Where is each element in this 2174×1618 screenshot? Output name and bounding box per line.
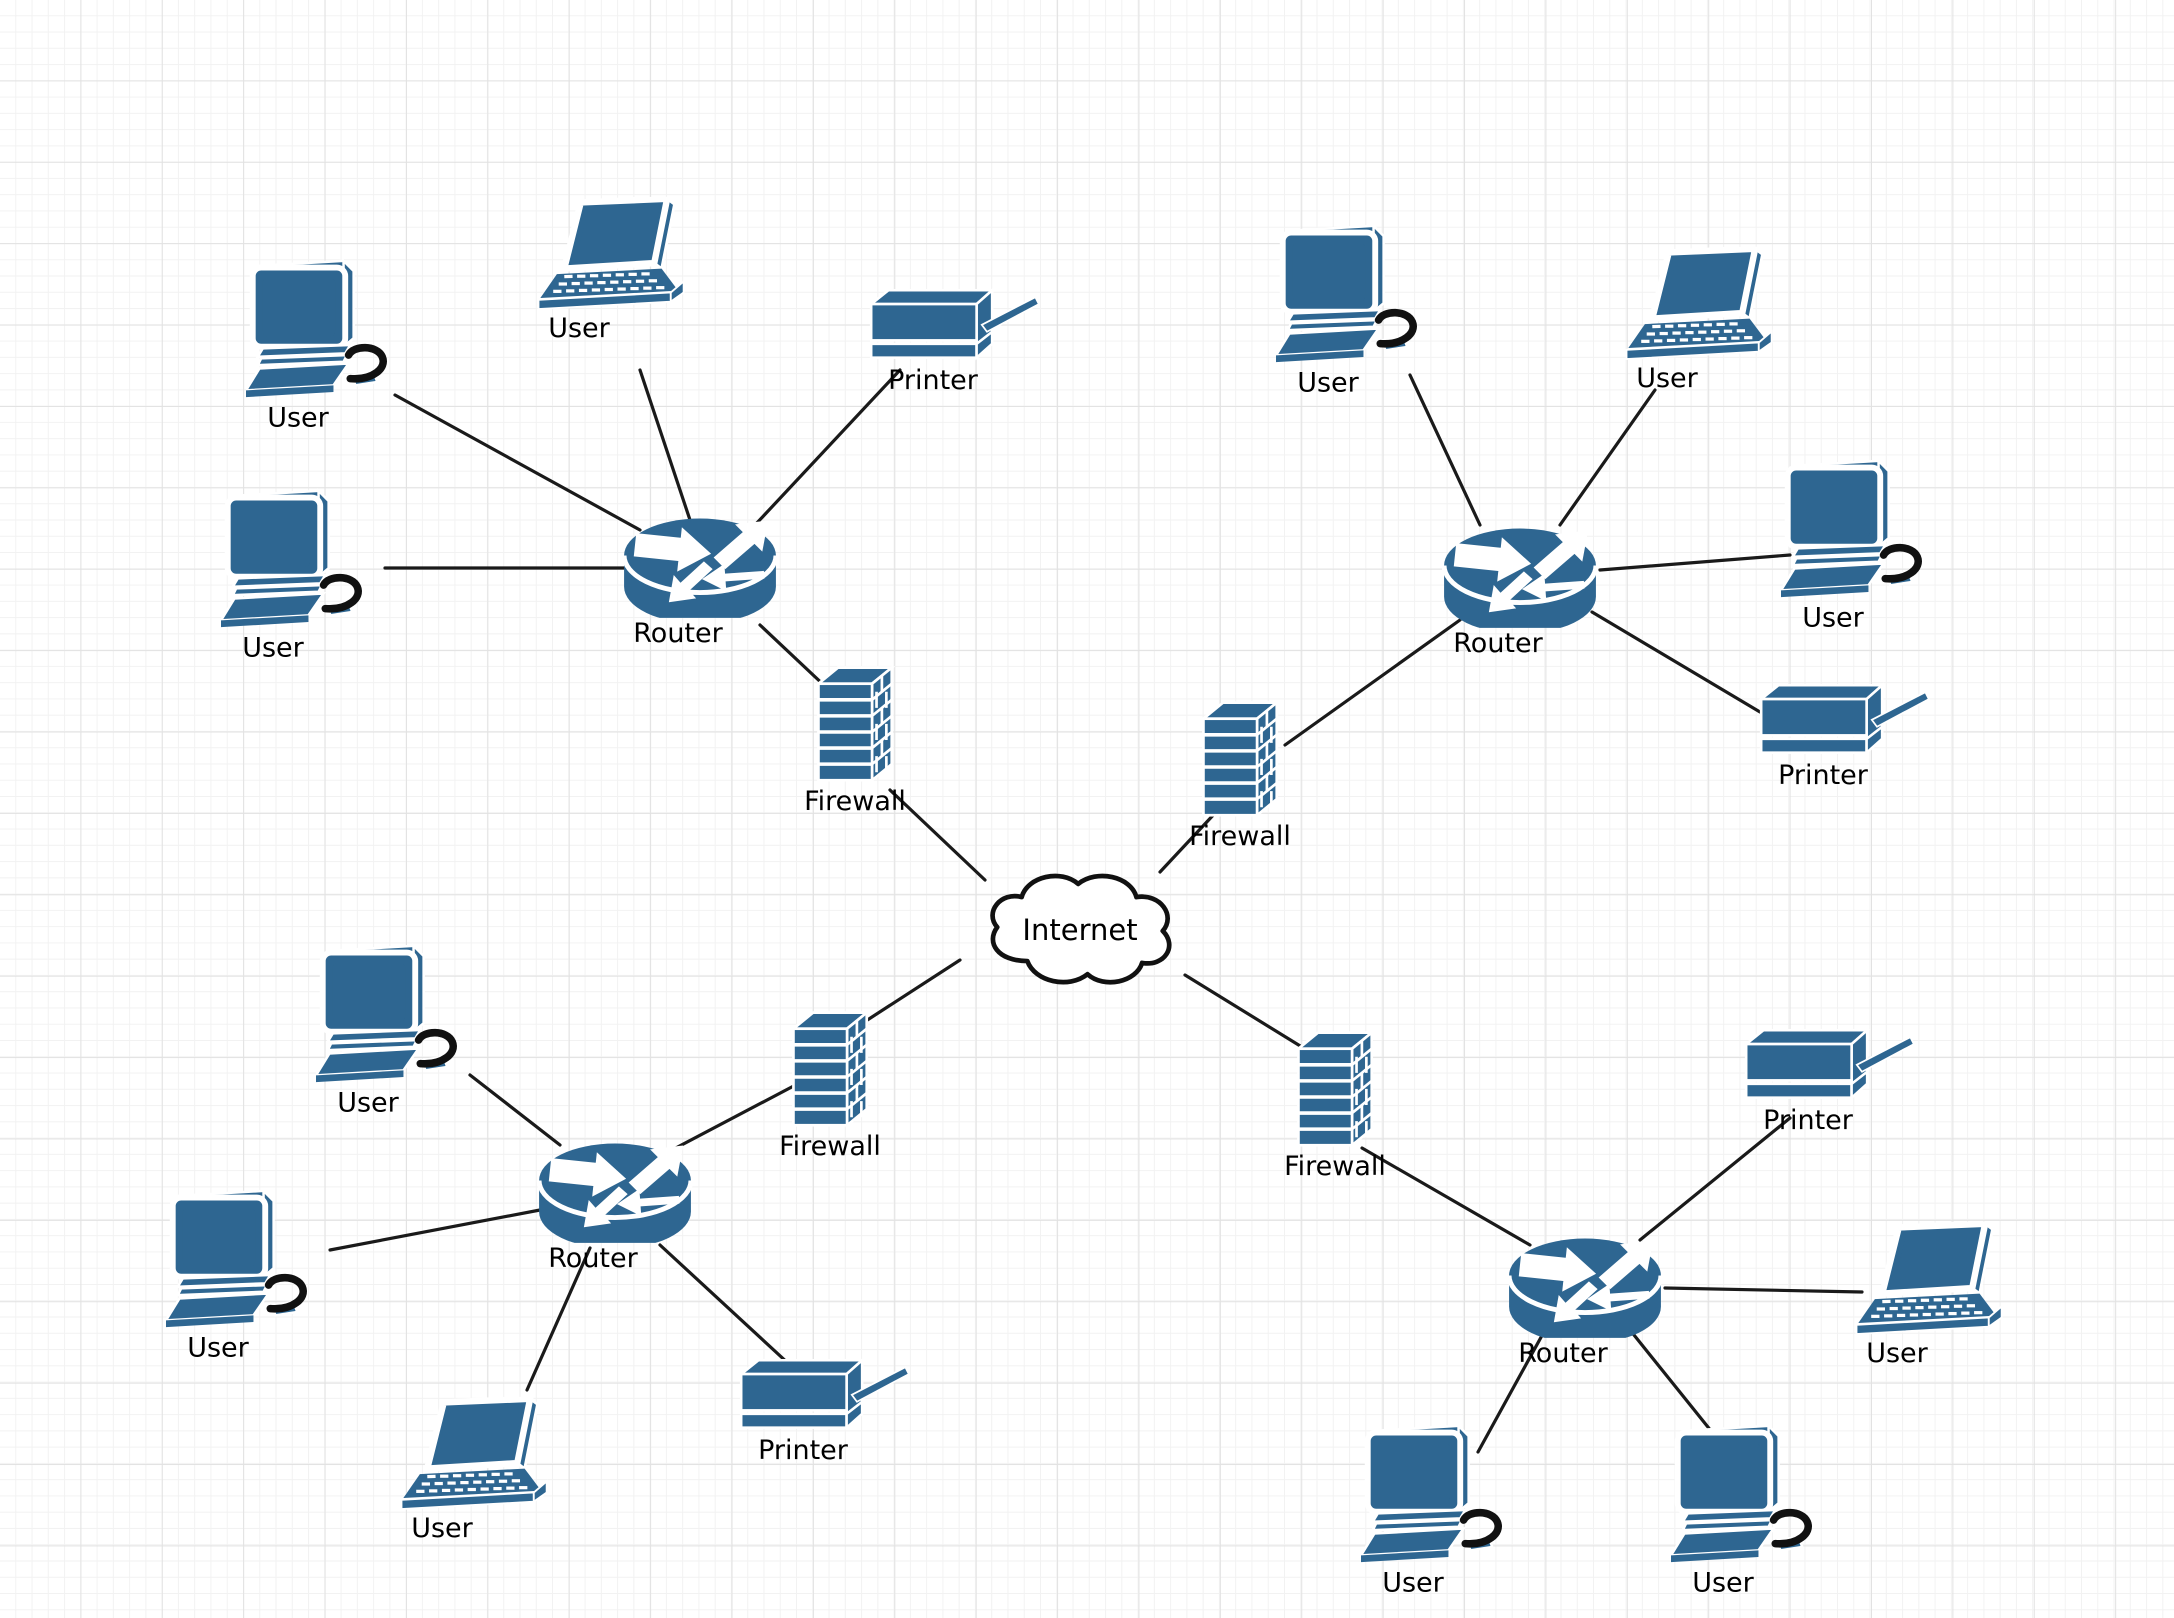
node-label: Printer bbox=[1778, 759, 1868, 791]
connection-line bbox=[1283, 618, 1462, 747]
node-label: Router bbox=[633, 617, 723, 649]
printer-icon bbox=[1756, 680, 1934, 760]
network-diagram-canvas: Internet Router User User User Printer Firewal… bbox=[0, 0, 2174, 1618]
node-desktop-r3-pc1[interactable]: User bbox=[316, 942, 464, 1117]
node-laptop-r4-lap1[interactable]: User bbox=[1851, 1222, 2009, 1368]
desktop-icon bbox=[1361, 1422, 1509, 1567]
node-label: User bbox=[1297, 367, 1359, 399]
node-desktop-r1-pc2[interactable]: User bbox=[221, 487, 369, 662]
node-label: Firewall bbox=[1284, 1150, 1386, 1182]
printer-icon bbox=[736, 1355, 914, 1435]
desktop-icon bbox=[1276, 222, 1424, 367]
firewall-icon bbox=[813, 664, 897, 786]
desktop-icon bbox=[316, 942, 464, 1087]
connection-line bbox=[393, 393, 642, 532]
node-printer-r1-prn1[interactable]: Printer bbox=[866, 285, 1044, 395]
node-label: Printer bbox=[888, 364, 978, 396]
node-router-r2[interactable]: Router bbox=[1440, 482, 1600, 658]
node-desktop-r4-pc2[interactable]: User bbox=[1671, 1422, 1819, 1597]
node-label: Printer bbox=[758, 1434, 848, 1466]
node-laptop-r3-lap1[interactable]: User bbox=[396, 1397, 554, 1543]
node-desktop-r1-pc1[interactable]: User bbox=[246, 257, 394, 432]
node-label: User bbox=[267, 402, 329, 434]
printer-icon bbox=[1741, 1025, 1919, 1105]
firewall-icon bbox=[1293, 1029, 1377, 1151]
node-desktop-r3-pc2[interactable]: User bbox=[166, 1187, 314, 1362]
laptop-icon bbox=[396, 1397, 554, 1513]
node-label: Router bbox=[548, 1242, 638, 1274]
node-laptop-r1-lap1[interactable]: User bbox=[533, 197, 691, 343]
node-label: User bbox=[1692, 1567, 1754, 1599]
connection-line bbox=[1663, 1286, 1864, 1294]
laptop-icon bbox=[1621, 247, 1779, 363]
node-label: Router bbox=[1453, 627, 1543, 659]
firewall-icon bbox=[788, 1009, 872, 1131]
node-printer-r2-prn1[interactable]: Printer bbox=[1756, 680, 1934, 790]
node-firewall-fw3[interactable]: Firewall bbox=[779, 1009, 881, 1161]
firewall-icon bbox=[1198, 699, 1282, 821]
node-cloud-internet[interactable]: Internet bbox=[969, 863, 1191, 997]
node-desktop-r4-pc1[interactable]: User bbox=[1361, 1422, 1509, 1597]
node-firewall-fw1[interactable]: Firewall bbox=[804, 664, 906, 816]
node-label: User bbox=[1802, 602, 1864, 634]
node-printer-r4-prn1[interactable]: Printer bbox=[1741, 1025, 1919, 1135]
connection-lines-layer bbox=[328, 368, 1864, 1454]
node-label: Firewall bbox=[1189, 820, 1291, 852]
router-icon bbox=[535, 1097, 695, 1243]
desktop-icon bbox=[166, 1187, 314, 1332]
router-icon bbox=[620, 472, 780, 618]
laptop-icon bbox=[1851, 1222, 2009, 1338]
node-label: Printer bbox=[1763, 1104, 1853, 1136]
node-label: User bbox=[1866, 1337, 1928, 1369]
connection-line bbox=[328, 1208, 542, 1252]
node-router-r1[interactable]: Router bbox=[620, 472, 780, 648]
node-label: Internet bbox=[1022, 912, 1138, 947]
desktop-icon bbox=[221, 487, 369, 632]
node-label: Router bbox=[1518, 1337, 1608, 1369]
laptop-icon bbox=[533, 197, 691, 313]
node-desktop-r2-pc2[interactable]: User bbox=[1781, 457, 1929, 632]
connection-line bbox=[1598, 553, 1792, 572]
node-firewall-fw2[interactable]: Firewall bbox=[1189, 699, 1291, 851]
node-laptop-r2-lap1[interactable]: User bbox=[1621, 247, 1779, 393]
router-icon bbox=[1505, 1192, 1665, 1338]
node-label: User bbox=[187, 1332, 249, 1364]
printer-icon bbox=[866, 285, 1044, 365]
node-printer-r3-prn1[interactable]: Printer bbox=[736, 1355, 914, 1465]
connection-line bbox=[1590, 610, 1762, 714]
desktop-icon bbox=[246, 257, 394, 402]
node-desktop-r2-pc1[interactable]: User bbox=[1276, 222, 1424, 397]
node-label: User bbox=[1636, 362, 1698, 394]
desktop-icon bbox=[1781, 457, 1929, 602]
node-label: User bbox=[411, 1512, 473, 1544]
desktop-icon bbox=[1671, 1422, 1819, 1567]
node-router-r4[interactable]: Router bbox=[1505, 1192, 1665, 1368]
node-label: Firewall bbox=[804, 785, 906, 817]
node-label: User bbox=[337, 1087, 399, 1119]
node-label: Firewall bbox=[779, 1130, 881, 1162]
node-router-r3[interactable]: Router bbox=[535, 1097, 695, 1273]
node-label: User bbox=[242, 632, 304, 664]
node-label: User bbox=[1382, 1567, 1444, 1599]
node-firewall-fw4[interactable]: Firewall bbox=[1284, 1029, 1386, 1181]
node-label: User bbox=[548, 312, 610, 344]
router-icon bbox=[1440, 482, 1600, 628]
